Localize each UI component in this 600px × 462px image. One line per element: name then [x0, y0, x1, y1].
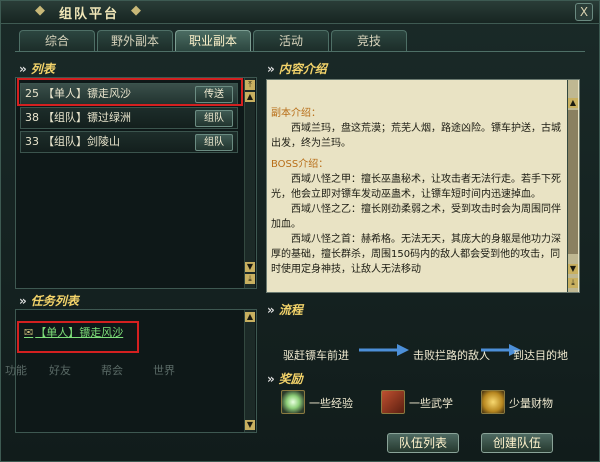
- scroll-top-icon[interactable]: ⤒: [245, 80, 255, 90]
- tab-field-dungeon[interactable]: 野外副本: [97, 30, 173, 51]
- martial-scroll-icon[interactable]: [381, 390, 405, 414]
- list-item-level: 38: [25, 111, 39, 124]
- scroll-bottom-icon[interactable]: ⤓: [245, 274, 255, 284]
- tab-class-dungeon[interactable]: 职业副本: [175, 30, 251, 51]
- highlight-box-task: [17, 321, 139, 353]
- bg-tab-world: 世界: [153, 364, 175, 377]
- section-chevron-icon: »: [267, 62, 275, 76]
- reward-label: 一些经验: [309, 397, 353, 410]
- flow-step: 驱赶镖车前进: [283, 349, 349, 362]
- close-button[interactable]: X: [575, 3, 593, 21]
- task-scrollbar[interactable]: ▲ ▼: [244, 310, 255, 432]
- scroll-down-icon[interactable]: ▼: [245, 420, 255, 430]
- create-team-button[interactable]: 创建队伍: [481, 433, 553, 453]
- bg-tab-friends: 好友: [49, 364, 71, 377]
- scroll-up-icon[interactable]: ▲: [568, 98, 578, 108]
- list-item-name: 【组队】镖过绿洲: [43, 111, 131, 124]
- reward-label: 一些武学: [409, 397, 453, 410]
- title-ornament-left: ◆: [35, 3, 45, 18]
- boss-description: 西域八怪之乙：擅长刚劲柔弱之术，受到攻击时会为周围同伴加血。: [271, 204, 561, 230]
- section-chevron-icon: »: [19, 294, 27, 308]
- list-heading: » 列表: [19, 62, 55, 76]
- rewards-heading: » 奖励: [267, 372, 303, 386]
- bg-tab-guild: 帮会: [101, 364, 123, 377]
- intro-label: 副本介绍：: [271, 108, 321, 119]
- scroll-bottom-icon[interactable]: ⤓: [568, 278, 578, 288]
- intro-text: 西域兰玛，盘这荒漠；荒芜人烟，路途凶险。镖车护送，古城出发，终为兰玛。: [271, 123, 561, 149]
- boss-description: 西域八怪之首：赫希格。无法无天，其庞大的身躯是他功力深厚的基础，擅长群杀，周围1…: [271, 234, 561, 275]
- tab-events[interactable]: 活动: [253, 30, 329, 51]
- content-heading: » 内容介绍: [267, 62, 327, 76]
- task-list-heading: » 任务列表: [19, 294, 79, 308]
- flow-step: 到达目的地: [513, 349, 568, 362]
- tab-pvp[interactable]: 竞技: [331, 30, 407, 51]
- tab-divider: [15, 51, 585, 52]
- reward-label: 少量财物: [509, 397, 553, 410]
- section-chevron-icon: »: [19, 62, 27, 76]
- scroll-thumb[interactable]: [568, 110, 578, 254]
- content-panel: 副本介绍： 西域兰玛，盘这荒漠；荒芜人烟，路途凶险。镖车护送，古城出发，终为兰玛…: [266, 79, 580, 293]
- list-item-level: 33: [25, 135, 39, 148]
- scroll-up-icon[interactable]: ▲: [245, 312, 255, 322]
- section-chevron-icon: »: [267, 372, 275, 386]
- team-up-button[interactable]: 组队: [195, 110, 233, 127]
- list-item[interactable]: 33 【组队】剑陵山 组队: [20, 131, 238, 153]
- list-scrollbar[interactable]: ⤒ ▲ ▼ ⤓: [244, 78, 255, 288]
- team-list-button[interactable]: 队伍列表: [387, 433, 459, 453]
- list-item-name: 【组队】剑陵山: [43, 135, 120, 148]
- boss-label: BOSS介绍：: [271, 159, 329, 170]
- flow-arrow-icon: [359, 344, 409, 356]
- section-chevron-icon: »: [267, 303, 275, 317]
- flow-heading: » 流程: [267, 303, 303, 317]
- team-platform-window: ◆ 组队平台 ◆ X 综合 野外副本 职业副本 活动 竞技 » 列表 25 【单人…: [0, 0, 600, 462]
- dungeon-list-panel: 25 【单人】镖走风沙 传送 38 【组队】镖过绿洲 组队 33 【组队】剑陵山…: [15, 77, 257, 289]
- window-title: 组队平台: [59, 7, 120, 22]
- gold-coins-icon[interactable]: [481, 390, 505, 414]
- tab-general[interactable]: 综合: [19, 30, 95, 51]
- experience-orb-icon[interactable]: [281, 390, 305, 414]
- team-up-button[interactable]: 组队: [195, 134, 233, 151]
- scroll-down-icon[interactable]: ▼: [568, 264, 578, 274]
- bg-tab-function: 功能: [5, 364, 27, 377]
- content-body: 副本介绍： 西域兰玛，盘这荒漠；荒芜人烟，路途凶险。镖车护送，古城出发，终为兰玛…: [271, 106, 565, 277]
- title-bar[interactable]: ◆ 组队平台 ◆ X: [1, 1, 599, 24]
- highlight-box-list: [17, 78, 243, 106]
- boss-description: 西域八怪之甲：擅长巫蛊秘术，让攻击者无法行走。若手下死光，他会立即对镖车发动巫蛊…: [271, 174, 561, 200]
- scroll-up-icon[interactable]: ▲: [245, 92, 255, 102]
- scroll-down-icon[interactable]: ▼: [245, 262, 255, 272]
- content-scrollbar[interactable]: ▲ ▼ ⤓: [567, 80, 578, 292]
- list-item[interactable]: 38 【组队】镖过绿洲 组队: [20, 107, 238, 129]
- title-ornament-right: ◆: [131, 3, 141, 18]
